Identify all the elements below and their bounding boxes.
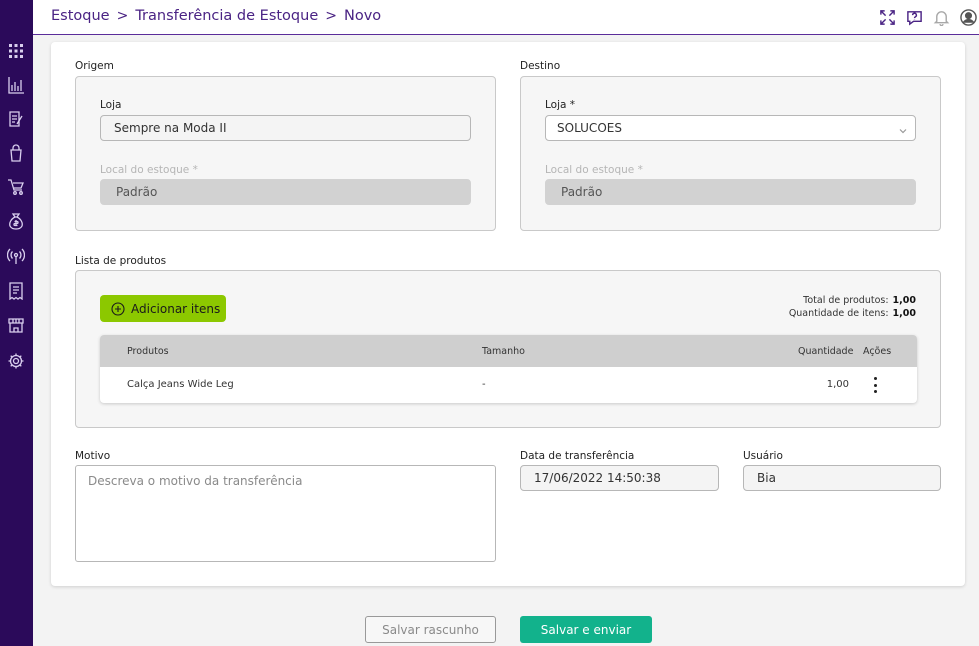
save-and-send-label: Salvar e enviar [540, 622, 632, 637]
breadcrumb-item-novo: Novo [343, 8, 382, 24]
destino-local-value: Padrão [561, 185, 603, 199]
column-tamanho: Tamanho [482, 346, 525, 357]
data-transferencia-label: Data de transferência [520, 450, 635, 462]
origem-local-value: Padrão [116, 185, 158, 199]
totals-summary: Total de produtos: 1,00 Quantidade de ite… [789, 294, 916, 320]
origem-panel: Loja Sempre na Moda II Local do estoque … [75, 76, 496, 231]
receipt-icon[interactable] [5, 280, 27, 302]
add-items-label: Adicionar itens [131, 301, 221, 316]
destino-local-label: Local do estoque * [545, 164, 643, 176]
total-produtos-value: 1,00 [892, 295, 916, 306]
add-items-button[interactable]: Adicionar itens [100, 295, 226, 322]
origem-loja-field: Sempre na Moda II [100, 115, 471, 141]
destino-loja-select[interactable]: SOLUCOES [545, 115, 916, 141]
save-draft-label: Salvar rascunho [382, 622, 479, 637]
quantidade-itens-value: 1,00 [892, 308, 916, 319]
breadcrumb-item-estoque[interactable]: Estoque [51, 8, 110, 24]
help-icon[interactable] [903, 6, 925, 28]
row-quantidade: 1,00 [826, 379, 849, 390]
origem-loja-label: Loja [100, 99, 122, 111]
column-quantidade: Quantidade [798, 346, 854, 357]
breadcrumb-separator: > [116, 8, 129, 24]
motivo-label: Motivo [75, 450, 111, 462]
money-bag-icon[interactable] [5, 210, 27, 232]
save-draft-button[interactable]: Salvar rascunho [365, 616, 496, 643]
bell-icon[interactable] [930, 6, 952, 28]
data-transferencia-value: 17/06/2022 14:50:38 [534, 471, 661, 485]
row-produto: Calça Jeans Wide Leg [127, 379, 234, 390]
store-icon[interactable] [5, 314, 27, 336]
destino-loja-value: SOLUCOES [557, 121, 622, 135]
fullscreen-icon[interactable] [876, 6, 898, 28]
edit-document-icon[interactable] [5, 108, 27, 130]
motivo-placeholder: Descreva o motivo da transferência [88, 474, 303, 488]
shopping-bag-icon[interactable] [5, 142, 27, 164]
chevron-down-icon [899, 124, 907, 134]
origem-loja-value: Sempre na Moda II [114, 121, 227, 135]
breadcrumb-separator: > [325, 8, 337, 24]
data-transferencia-field: 17/06/2022 14:50:38 [520, 465, 719, 491]
usuario-field: Bia [743, 465, 941, 491]
destino-local-field: Padrão [545, 179, 916, 205]
breadcrumb: Estoque > Transferência de Estoque > Nov… [51, 8, 381, 24]
produtos-title: Lista de produtos [75, 255, 167, 267]
row-tamanho: - [482, 379, 486, 390]
broadcast-icon[interactable] [5, 245, 27, 267]
plus-circle-icon [111, 301, 125, 316]
produtos-panel: Adicionar itens Total de produtos: 1,00 Q… [75, 270, 941, 428]
destino-title: Destino [520, 60, 561, 72]
motivo-textarea[interactable]: Descreva o motivo da transferência [75, 465, 496, 562]
products-table: Produtos Tamanho Quantidade Ações Calça … [100, 335, 917, 403]
cart-icon[interactable] [5, 176, 27, 198]
destino-panel: Loja * SOLUCOES Local do estoque * Padrã… [520, 76, 941, 231]
apps-grid-icon[interactable] [5, 40, 27, 62]
total-produtos-label: Total de produtos: [803, 295, 889, 306]
column-produtos: Produtos [127, 346, 169, 357]
chart-icon[interactable] [5, 74, 27, 96]
quantidade-itens-label: Quantidade de itens: [788, 308, 889, 319]
origem-local-field: Padrão [100, 179, 471, 205]
origem-local-label: Local do estoque * [100, 164, 198, 176]
column-acoes: Ações [863, 346, 892, 357]
user-avatar-icon[interactable] [957, 6, 979, 28]
breadcrumb-item-transferencia[interactable]: Transferência de Estoque [135, 8, 318, 24]
table-header: Produtos Tamanho Quantidade Ações [100, 335, 917, 367]
usuario-value: Bia [757, 471, 776, 485]
sidebar [0, 0, 33, 646]
origem-title: Origem [75, 60, 114, 72]
transfer-form-card: Origem Loja Sempre na Moda II Local do e… [51, 42, 965, 586]
usuario-label: Usuário [743, 450, 783, 462]
top-header: Estoque > Transferência de Estoque > Nov… [33, 0, 979, 35]
destino-loja-label: Loja * [545, 99, 576, 111]
table-row: Calça Jeans Wide Leg - 1,00 [100, 367, 917, 403]
save-and-send-button[interactable]: Salvar e enviar [520, 616, 652, 643]
header-icons [871, 6, 979, 28]
settings-icon[interactable] [5, 350, 27, 372]
row-actions-kebab-icon[interactable] [871, 377, 879, 393]
